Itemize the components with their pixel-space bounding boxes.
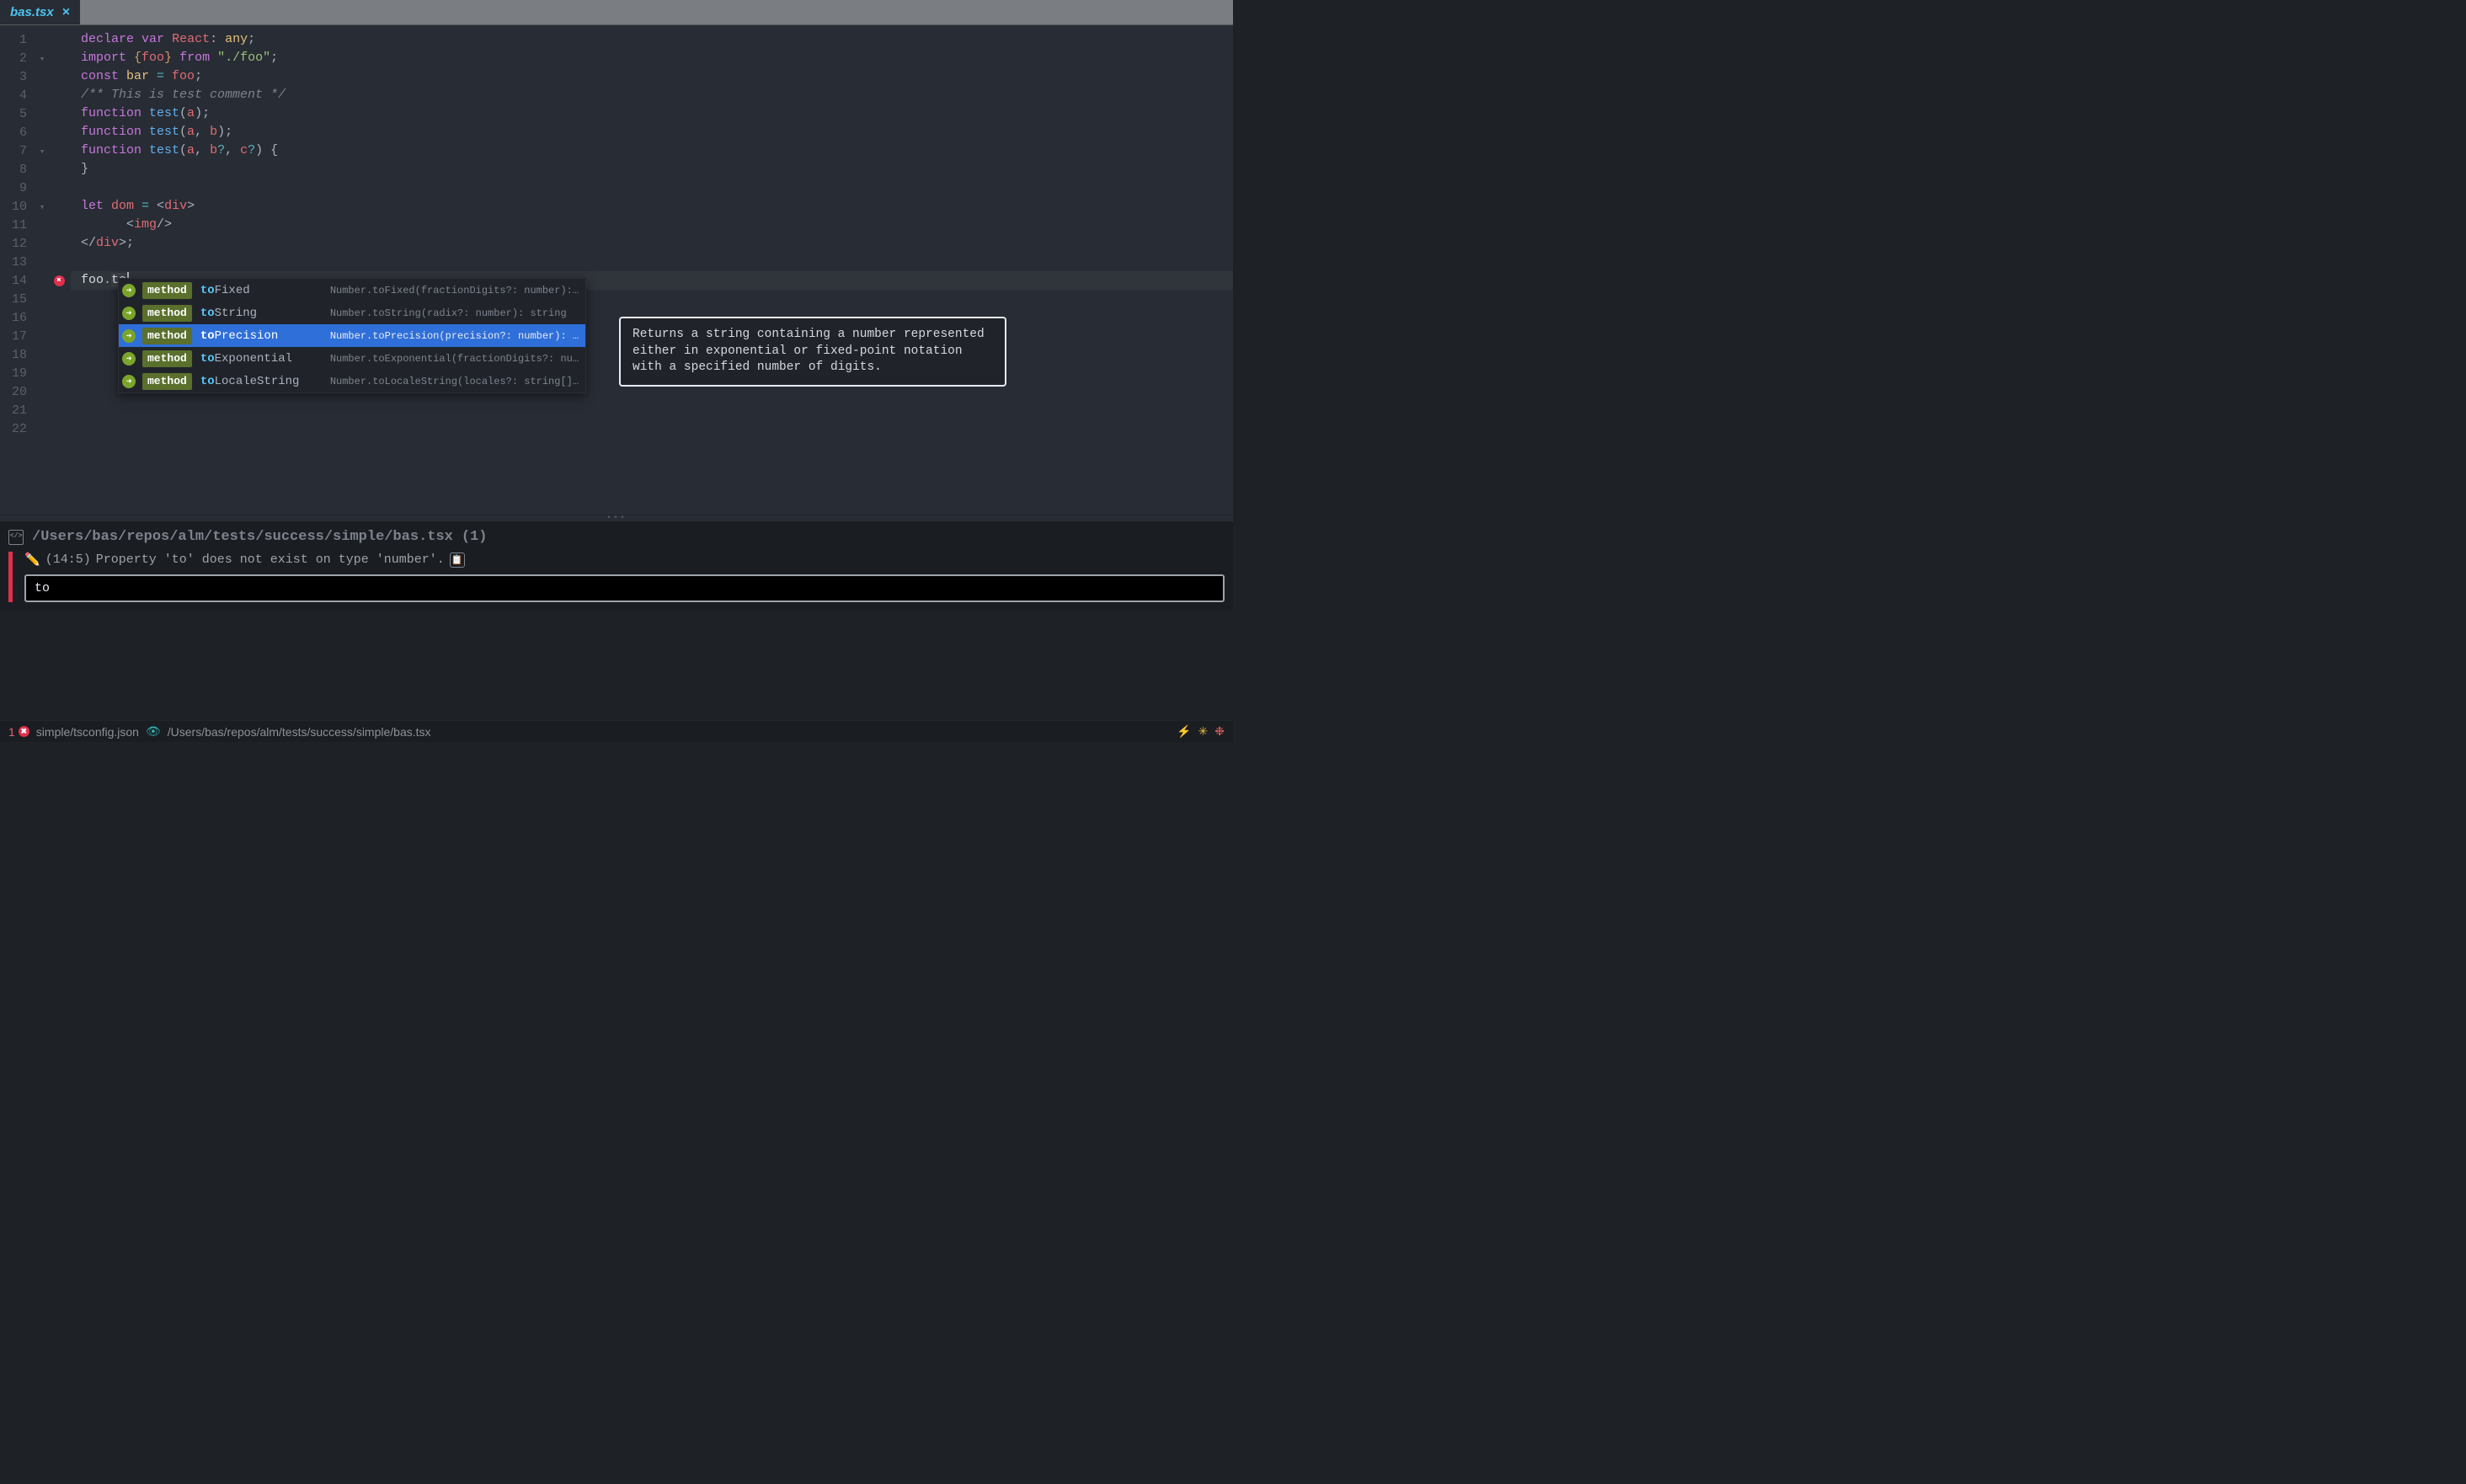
fold-caret-icon[interactable] bbox=[34, 144, 51, 158]
line-number: 8 bbox=[0, 163, 34, 177]
gutter: 1 2 3 4 5 6 7 8 9 10 11 12 13 14 15 16 1… bbox=[0, 25, 71, 515]
line-number: 4 bbox=[0, 88, 34, 103]
error-location: (14:5) bbox=[45, 552, 91, 567]
line-number: 9 bbox=[0, 181, 34, 195]
status-config[interactable]: simple/tsconfig.json bbox=[36, 725, 139, 739]
line-number: 21 bbox=[0, 403, 34, 418]
line-number: 11 bbox=[0, 218, 34, 232]
line-number: 2 bbox=[0, 51, 34, 66]
panel-splitter[interactable]: ••• bbox=[0, 515, 1233, 521]
error-icon bbox=[19, 726, 29, 737]
suggestion-signature: Number.toLocaleString(locales?: string[]… bbox=[330, 376, 579, 387]
bolt-icon[interactable]: ⚡ bbox=[1177, 724, 1191, 739]
arrow-right-circle-icon: ➜ bbox=[122, 375, 136, 388]
line-number: 18 bbox=[0, 348, 34, 362]
bottom-spacer bbox=[0, 611, 1233, 720]
autocomplete-item[interactable]: ➜ method toString Number.toString(radix?… bbox=[119, 302, 585, 324]
line-number: 17 bbox=[0, 329, 34, 344]
suggestion-kind-badge: method bbox=[142, 328, 192, 344]
arrow-right-circle-icon: ➜ bbox=[122, 329, 136, 343]
line-number: 20 bbox=[0, 385, 34, 399]
line-number: 12 bbox=[0, 237, 34, 251]
errors-panel: /Users/bas/repos/alm/tests/success/simpl… bbox=[0, 521, 1233, 611]
line-number: 13 bbox=[0, 255, 34, 270]
tab-close-icon[interactable]: × bbox=[62, 5, 70, 20]
line-number: 3 bbox=[0, 70, 34, 84]
code-content[interactable]: declare var React: any; import {foo} fro… bbox=[71, 25, 1233, 515]
suggestion-kind-badge: method bbox=[142, 282, 192, 299]
fold-caret-icon[interactable] bbox=[34, 51, 51, 66]
autocomplete-item-selected[interactable]: ➜ method toPrecision Number.toPrecision(… bbox=[119, 324, 585, 347]
error-message: Property 'to' does not exist on type 'nu… bbox=[96, 552, 445, 567]
suggestion-signature: Number.toExponential(fractionDigits?: nu… bbox=[330, 353, 579, 365]
fold-caret-icon[interactable] bbox=[34, 200, 51, 214]
suggestion-signature: Number.toString(radix?: number): string bbox=[330, 307, 567, 319]
clipboard-icon[interactable]: 📋 bbox=[450, 552, 465, 568]
error-search-input[interactable] bbox=[24, 574, 1225, 602]
tab-bar: bas.tsx × bbox=[0, 0, 1233, 25]
suggestion-kind-badge: method bbox=[142, 305, 192, 322]
line-number: 19 bbox=[0, 366, 34, 381]
suggestion-kind-badge: method bbox=[142, 350, 192, 367]
arrow-right-circle-icon: ➜ bbox=[122, 307, 136, 320]
suggestion-kind-badge: method bbox=[142, 373, 192, 390]
line-number: 5 bbox=[0, 107, 34, 121]
sparkle-icon[interactable]: ✳ bbox=[1198, 724, 1209, 739]
autocomplete-item[interactable]: ➜ method toLocaleString Number.toLocaleS… bbox=[119, 370, 585, 392]
line-number: 6 bbox=[0, 125, 34, 140]
file-icon bbox=[8, 530, 24, 545]
autocomplete-item[interactable]: ➜ method toFixed Number.toFixed(fraction… bbox=[119, 279, 585, 302]
status-file-path[interactable]: /Users/bas/repos/alm/tests/success/simpl… bbox=[168, 725, 431, 739]
line-number: 15 bbox=[0, 292, 34, 307]
error-file-path[interactable]: /Users/bas/repos/alm/tests/success/simpl… bbox=[32, 529, 453, 545]
autocomplete-popup: ➜ method toFixed Number.toFixed(fraction… bbox=[118, 278, 586, 393]
tab-label: bas.tsx bbox=[10, 5, 54, 19]
line-number: 16 bbox=[0, 311, 34, 325]
line-number: 14 bbox=[0, 274, 34, 288]
autocomplete-item[interactable]: ➜ method toExponential Number.toExponent… bbox=[119, 347, 585, 370]
tab-bas-tsx[interactable]: bas.tsx × bbox=[0, 0, 80, 24]
suggestion-signature: Number.toFixed(fractionDigits?: number):… bbox=[330, 285, 579, 296]
eye-icon[interactable]: 👁 bbox=[146, 724, 161, 739]
arrow-right-circle-icon: ➜ bbox=[122, 284, 136, 297]
line-number: 1 bbox=[0, 33, 34, 47]
code-editor[interactable]: 1 2 3 4 5 6 7 8 9 10 11 12 13 14 15 16 1… bbox=[0, 25, 1233, 515]
suggestion-signature: Number.toPrecision(precision?: number): … bbox=[330, 330, 579, 342]
arrow-right-circle-icon: ➜ bbox=[122, 352, 136, 366]
bug-icon[interactable]: ❉ bbox=[1214, 724, 1225, 739]
error-gutter-icon[interactable] bbox=[54, 275, 65, 286]
wand-icon[interactable]: ✏️ bbox=[24, 552, 40, 568]
line-number: 10 bbox=[0, 200, 34, 214]
line-number: 22 bbox=[0, 422, 34, 436]
status-bar: 1 simple/tsconfig.json 👁 /Users/bas/repo… bbox=[0, 720, 1233, 742]
line-number: 7 bbox=[0, 144, 34, 158]
error-count: (1) bbox=[462, 529, 488, 545]
documentation-tooltip: Returns a string containing a number rep… bbox=[619, 317, 1006, 387]
status-errors[interactable]: 1 bbox=[8, 725, 29, 739]
